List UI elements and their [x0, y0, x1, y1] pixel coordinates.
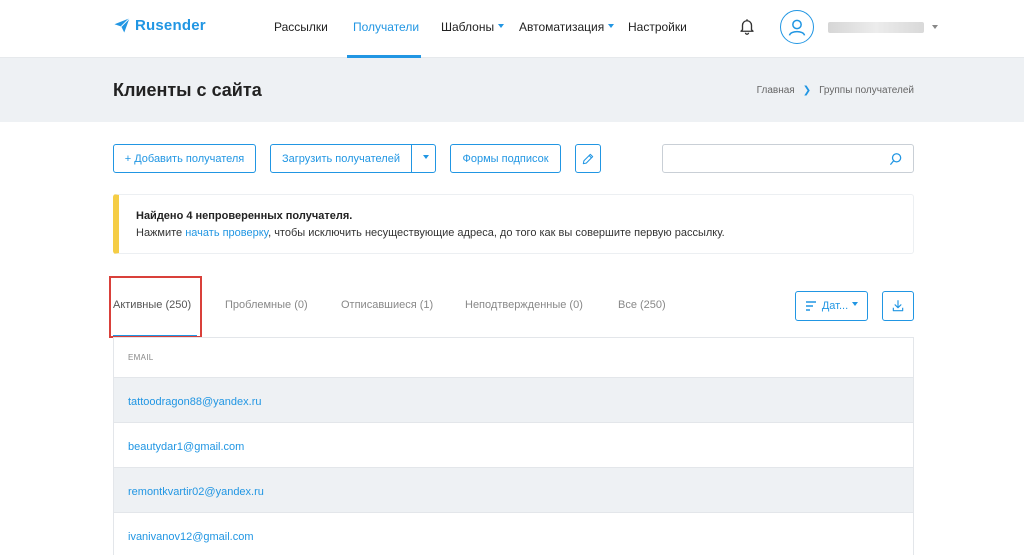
add-recipient-button[interactable]: + Добавить получателя [113, 144, 256, 173]
subscription-forms-button[interactable]: Формы подписок [450, 144, 561, 173]
nav-item-automation-label: Автоматизация [519, 20, 605, 34]
paper-plane-icon [114, 17, 130, 33]
annotation-highlight-box [109, 276, 202, 338]
search-icon[interactable] [889, 152, 903, 166]
recipients-table: EMAIL tattoodragon88@yandex.ru beautydar… [113, 338, 914, 555]
user-menu-chevron-icon[interactable] [932, 25, 938, 29]
table-row[interactable]: ivanivanov12@gmail.com [114, 513, 913, 555]
email-link[interactable]: remontkvartir02@yandex.ru [128, 486, 264, 498]
alert-text-before: Нажмите [136, 227, 186, 239]
alert-title: Найдено 4 непроверенных получателя. [136, 210, 353, 222]
download-button[interactable] [882, 291, 914, 321]
user-name-redacted[interactable] [828, 22, 924, 33]
breadcrumb-home[interactable]: Главная [757, 85, 795, 96]
alert-text-after: , чтобы исключить несуществующие адреса,… [268, 227, 725, 239]
chevron-down-icon [422, 154, 429, 159]
user-icon [788, 19, 806, 36]
sort-lines-icon [805, 301, 816, 311]
avatar[interactable] [780, 10, 814, 44]
table-row[interactable]: remontkvartir02@yandex.ru [114, 468, 913, 513]
upload-recipients-button[interactable]: Загрузить получателей [270, 144, 412, 173]
alert-message: Нажмите начать проверку, чтобы исключить… [136, 227, 725, 239]
tab-problematic[interactable]: Проблемные (0) [225, 299, 308, 311]
nav-item-mailings[interactable]: Рассылки [274, 20, 328, 34]
nav-item-recipients[interactable]: Получатели [353, 20, 419, 34]
nav-item-templates[interactable]: Шаблоны [441, 20, 505, 34]
tab-unconfirmed[interactable]: Неподтвержденные (0) [465, 299, 583, 311]
sort-button[interactable]: Дат... [795, 291, 868, 321]
page-header: Клиенты с сайта Главная ❯ Группы получат… [0, 58, 1024, 122]
start-verification-link[interactable]: начать проверку [185, 227, 268, 239]
tab-all[interactable]: Все (250) [618, 299, 666, 311]
email-link[interactable]: tattoodragon88@yandex.ru [128, 396, 261, 408]
page-title: Клиенты с сайта [113, 80, 262, 100]
nav-item-templates-label: Шаблоны [441, 20, 495, 34]
brand-name: Rusender [135, 16, 206, 34]
email-link[interactable]: ivanivanov12@gmail.com [128, 531, 254, 543]
breadcrumb: Главная ❯ Группы получателей [757, 85, 914, 96]
chevron-down-icon [498, 23, 505, 28]
sort-label: Дат... [821, 300, 849, 312]
chevron-down-icon [852, 302, 859, 306]
unverified-recipients-alert: Найдено 4 непроверенных получателя. Нажм… [113, 194, 914, 254]
column-header-email[interactable]: EMAIL [114, 338, 913, 378]
edit-group-button[interactable] [575, 144, 601, 173]
breadcrumb-current: Группы получателей [819, 85, 914, 96]
nav-item-automation[interactable]: Автоматизация [519, 20, 615, 34]
download-icon [892, 300, 904, 312]
nav-item-settings[interactable]: Настройки [628, 20, 687, 34]
top-navbar: Rusender Рассылки Получатели Шаблоны Авт… [0, 0, 1024, 58]
table-row[interactable]: beautydar1@gmail.com [114, 423, 913, 468]
email-link[interactable]: beautydar1@gmail.com [128, 441, 244, 453]
tab-unsubscribed[interactable]: Отписавшиеся (1) [341, 299, 433, 311]
chevron-down-icon [608, 23, 615, 28]
upload-options-dropdown[interactable] [411, 144, 436, 173]
search-field[interactable] [662, 144, 914, 173]
brand-logo[interactable]: Rusender [113, 16, 206, 34]
search-input[interactable] [663, 145, 883, 172]
chevron-right-icon: ❯ [802, 85, 812, 96]
bell-icon[interactable] [738, 17, 756, 35]
table-row[interactable]: tattoodragon88@yandex.ru [114, 378, 913, 423]
pencil-icon [582, 153, 594, 164]
